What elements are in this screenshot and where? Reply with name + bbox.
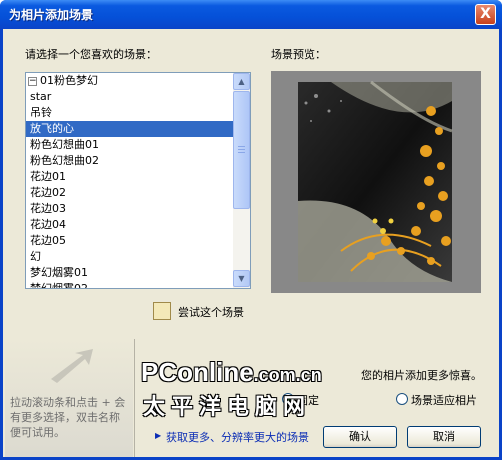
watermark-brand: PConline.com.cn bbox=[141, 357, 322, 387]
close-button[interactable]: X bbox=[475, 4, 496, 25]
scene-list-item[interactable]: 花边05 bbox=[26, 233, 233, 249]
scene-item-label: 粉色幻想曲01 bbox=[30, 138, 99, 151]
scene-item-label: 花边02 bbox=[30, 186, 66, 199]
scene-list-item[interactable]: star bbox=[26, 89, 233, 105]
scene-item-label: 梦幻烟雾02 bbox=[30, 282, 88, 288]
choose-scene-label: 请选择一个您喜欢的场景： bbox=[25, 48, 157, 61]
scene-list-scrollbar[interactable]: ▲ ▼ bbox=[233, 73, 250, 288]
scene-list-item[interactable]: 花边01 bbox=[26, 169, 233, 185]
scene-item-label: 放飞的心 bbox=[30, 122, 74, 135]
scene-preview bbox=[271, 71, 481, 293]
scene-list-item[interactable]: 梦幻烟雾02 bbox=[26, 281, 233, 288]
scene-icon bbox=[153, 302, 171, 320]
scene-list-item[interactable]: 幻 bbox=[26, 249, 233, 265]
scene-list-item[interactable]: 梦幻烟雾01 bbox=[26, 265, 233, 281]
description-text: 您的相片添加更多惊喜。 bbox=[361, 369, 482, 382]
window-title: 为相片添加场景 bbox=[9, 8, 94, 22]
scroll-up-button[interactable]: ▲ bbox=[233, 73, 250, 90]
scene-item-label: 吊铃 bbox=[30, 106, 52, 119]
scene-list-item[interactable]: 粉色幻想曲02 bbox=[26, 153, 233, 169]
scene-list-item[interactable]: 花边04 bbox=[26, 217, 233, 233]
dialog-body: 请选择一个您喜欢的场景： 场景预览： −01粉色梦幻 star 吊铃 放飞的心 粉色幻想… bbox=[3, 29, 499, 457]
title-bar[interactable]: 为相片添加场景 X bbox=[0, 0, 502, 29]
scene-item-label: 花边01 bbox=[30, 170, 66, 183]
scene-item-label: 梦幻烟雾01 bbox=[30, 266, 88, 279]
scene-list-item[interactable]: 吊铃 bbox=[26, 105, 233, 121]
link-arrow-icon: ▶ bbox=[155, 431, 162, 440]
dialog-window: 为相片添加场景 X 请选择一个您喜欢的场景： 场景预览： −01粉色梦幻 star… bbox=[0, 0, 502, 460]
scene-item-label: 幻 bbox=[30, 250, 41, 263]
panel-divider bbox=[134, 339, 135, 457]
scene-list[interactable]: −01粉色梦幻 star 吊铃 放飞的心 粉色幻想曲01 粉色幻想曲02 花边01 花边02 花… bbox=[25, 72, 251, 289]
preview-label: 场景预览： bbox=[271, 48, 326, 61]
hint-text: 拉动滚动条和点击 + 会有更多选择，双击名称便可试用。 bbox=[10, 396, 126, 439]
scene-item-label: star bbox=[30, 90, 52, 103]
ok-button[interactable]: 确认 bbox=[323, 426, 397, 448]
scene-list-item[interactable]: 花边02 bbox=[26, 185, 233, 201]
scene-item-label: 01粉色梦幻 bbox=[40, 74, 98, 87]
hint-panel: 拉动滚动条和点击 + 会有更多选择，双击名称便可试用。 bbox=[5, 339, 133, 457]
cancel-button[interactable]: 取消 bbox=[407, 426, 481, 448]
arrow-icon bbox=[51, 349, 93, 383]
scene-list-item[interactable]: 花边03 bbox=[26, 201, 233, 217]
try-scene-label: 尝试这个场景 bbox=[178, 306, 244, 319]
scene-list-item[interactable]: 粉色幻想曲01 bbox=[26, 137, 233, 153]
scene-item-label: 花边04 bbox=[30, 218, 66, 231]
radio-fit-photo-label: 场景适应相片 bbox=[411, 394, 477, 407]
scroll-down-button[interactable]: ▼ bbox=[233, 270, 250, 287]
try-scene-button[interactable]: 尝试这个场景 bbox=[153, 300, 253, 322]
scene-list-item[interactable]: 放飞的心 bbox=[26, 121, 233, 137]
scene-item-label: 花边05 bbox=[30, 234, 66, 247]
scene-list-items: −01粉色梦幻 star 吊铃 放飞的心 粉色幻想曲01 粉色幻想曲02 花边01 花边02 花… bbox=[26, 73, 233, 288]
radio-fit-photo[interactable] bbox=[396, 393, 408, 405]
scene-item-label: 粉色幻想曲02 bbox=[30, 154, 99, 167]
scene-group-item[interactable]: −01粉色梦幻 bbox=[26, 73, 233, 89]
more-scenes-link[interactable]: 获取更多、分辨率更大的场景 bbox=[166, 429, 309, 445]
scroll-thumb[interactable] bbox=[233, 91, 250, 209]
watermark-chinese: 太平洋电脑网 bbox=[143, 395, 312, 420]
collapse-icon[interactable]: − bbox=[28, 77, 37, 86]
scene-item-label: 花边03 bbox=[30, 202, 66, 215]
scene-preview-image bbox=[298, 80, 453, 282]
